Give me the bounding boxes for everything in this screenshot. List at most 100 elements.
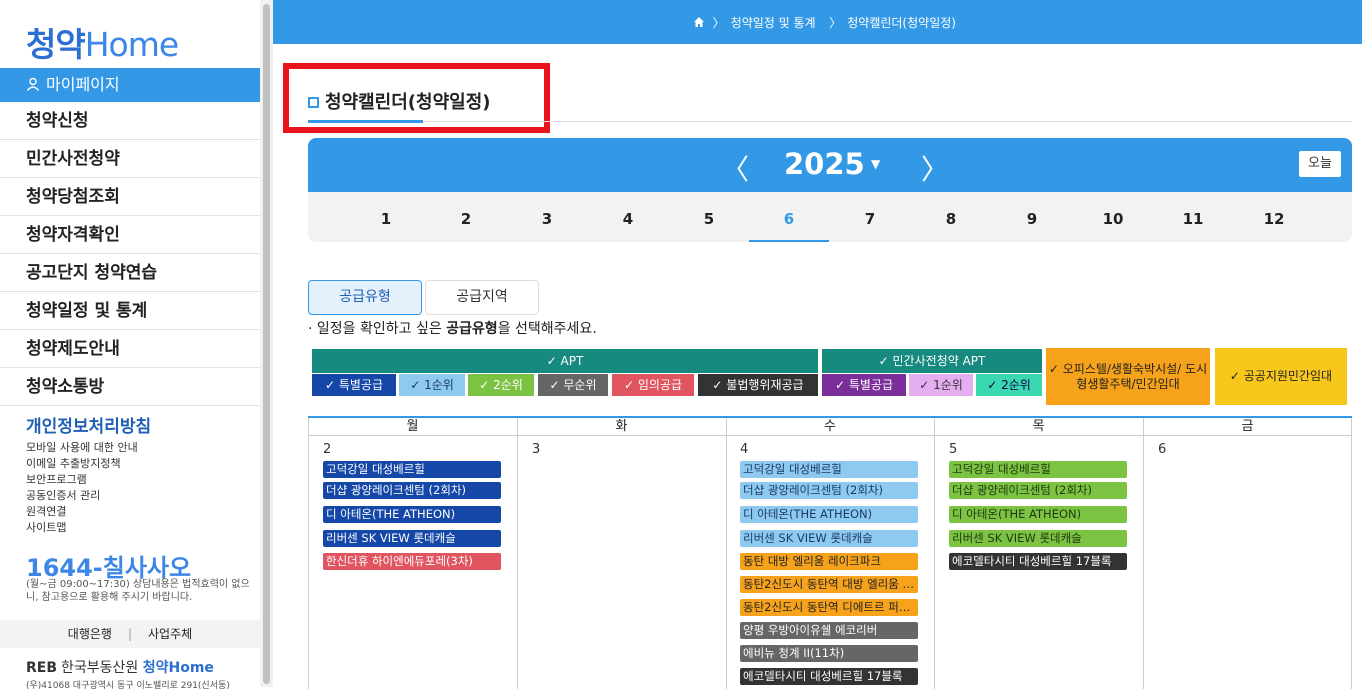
weekday-header: 금	[1143, 418, 1352, 436]
sidebar-item-win-check[interactable]: 청약당첨조회	[0, 178, 260, 216]
certificate-link[interactable]: 공동인증서 관리	[26, 488, 251, 504]
month-tab[interactable]: 11	[1153, 210, 1233, 228]
event-item[interactable]: 고덕강일 대성베르힐	[740, 461, 918, 478]
today-button[interactable]: 오늘	[1299, 151, 1341, 177]
home-icon[interactable]	[693, 16, 705, 28]
sidebar-item-practice[interactable]: 공고단지 청약연습	[0, 254, 260, 292]
sidebar: 청약Home 마이페이지 청약신청 민간사전청약 청약당첨조회 청약자격확인 공…	[0, 0, 260, 691]
prev-year-button[interactable]: 〈	[721, 148, 749, 188]
event-item[interactable]: 한신더휴 하이엔에듀포레(3차)	[323, 553, 501, 570]
site-logo[interactable]: 청약Home	[26, 18, 179, 66]
security-program-link[interactable]: 보안프로그램	[26, 472, 251, 488]
event-item[interactable]: 더샵 광양레이크센텀 (2회차)	[740, 482, 918, 499]
legend-private-apt[interactable]: ✓ 민간사전청약 APT	[822, 349, 1042, 373]
partner-separator: |	[127, 627, 133, 641]
instruction-post: 을 선택해주세요.	[497, 321, 597, 337]
event-item[interactable]: 에비뉴 청계 II(11차)	[740, 645, 918, 662]
legend-chip-illegal[interactable]: ✓ 불법행위재공급	[698, 374, 818, 396]
day-number[interactable]: 3	[532, 442, 540, 457]
event-item[interactable]: 동탄 대방 엘리움 레이크파크	[740, 553, 918, 570]
event-item[interactable]: 더샵 광양레이크센텀 (2회차)	[323, 482, 501, 499]
month-tab[interactable]: 5	[669, 210, 749, 228]
email-policy-link[interactable]: 이메일 추출방지정책	[26, 456, 251, 472]
page-title-text: 청약캘린더(청약일정)	[325, 92, 491, 113]
year-selector: 〈 2025 ▼ 〉 오늘	[308, 138, 1352, 192]
event-item[interactable]: 고덕강일 대성베르힐	[323, 461, 501, 478]
day-number[interactable]: 4	[740, 442, 748, 457]
grid-line	[517, 418, 518, 689]
legend-chip-private-first[interactable]: ✓ 1순위	[909, 374, 973, 396]
day-number[interactable]: 6	[1158, 442, 1166, 457]
sidebar-item-apply[interactable]: 청약신청	[0, 102, 260, 140]
sitemap-link[interactable]: 사이트맵	[26, 520, 251, 536]
calendar-grid: 월 화 수 목 금 2 3 4 5 6 고덕강일 대성베르힐 더샵 광양레이크센…	[308, 416, 1352, 689]
partner-biz-link[interactable]: 사업주체	[148, 627, 192, 641]
sidebar-scrollbar[interactable]	[260, 0, 273, 687]
event-item[interactable]: 에코델타시티 대성베르힐 17블록	[949, 553, 1127, 570]
mypage-label: 마이페이지	[46, 75, 120, 94]
legend-officetel[interactable]: ✓ 오피스텔/생활숙박시설/ 도시형생활주택/민간임대	[1046, 348, 1210, 405]
privacy-policy-link[interactable]: 개인정보처리방침	[26, 412, 251, 437]
legend-chip-second[interactable]: ✓ 2순위	[468, 374, 534, 396]
month-tab[interactable]: 9	[992, 210, 1072, 228]
legend-apt[interactable]: ✓ APT	[312, 349, 818, 373]
event-item[interactable]: 동탄2신도시 동탄역 디에트르 퍼스티지	[740, 599, 918, 616]
active-month-underline	[749, 240, 829, 242]
grid-line	[308, 418, 309, 689]
event-item[interactable]: 동탄2신도시 동탄역 대방 엘리움 더 시그니처	[740, 576, 918, 593]
event-item[interactable]: 디 아테온(THE ATHEON)	[323, 506, 501, 523]
next-year-button[interactable]: 〉	[921, 148, 949, 188]
remote-link[interactable]: 원격연결	[26, 504, 251, 520]
sidebar-item-eligibility[interactable]: 청약자격확인	[0, 216, 260, 254]
mobile-guide-link[interactable]: 모바일 사용에 대한 안내	[26, 440, 251, 456]
month-tab[interactable]: 12	[1234, 210, 1314, 228]
breadcrumb-item-current[interactable]: 청약캘린더(청약일정)	[847, 16, 956, 30]
year-label[interactable]: 2025	[784, 147, 865, 181]
breadcrumb-item[interactable]: 청약일정 및 통계	[731, 16, 816, 30]
caret-down-icon[interactable]: ▼	[871, 157, 880, 171]
event-item[interactable]: 양평 우방아이유쉘 에코리버	[740, 622, 918, 639]
sidebar-item-private-pre[interactable]: 민간사전청약	[0, 140, 260, 178]
event-item[interactable]: 에코델타시티 대성베르힐 17블록	[740, 668, 918, 685]
legend-chip-first[interactable]: ✓ 1순위	[399, 374, 465, 396]
month-tab-active[interactable]: 6	[749, 210, 829, 228]
legend-chip-nopriority[interactable]: ✓ 무순위	[538, 374, 608, 396]
day-number[interactable]: 5	[949, 442, 957, 457]
instruction-bold: 공급유형	[446, 321, 498, 337]
square-bullet-icon	[308, 97, 319, 108]
month-tab[interactable]: 1	[346, 210, 426, 228]
legend-chip-special[interactable]: ✓ 특별공급	[312, 374, 396, 396]
partner-bank-link[interactable]: 대행은행	[68, 627, 112, 641]
sidebar-item-schedule[interactable]: 청약일정 및 통계	[0, 292, 260, 330]
legend-chip-private-special[interactable]: ✓ 특별공급	[822, 374, 906, 396]
month-tab[interactable]: 8	[911, 210, 991, 228]
sidebar-item-guide[interactable]: 청약제도안내	[0, 330, 260, 368]
scrollbar-thumb[interactable]	[263, 4, 270, 684]
legend-chip-arbitrary[interactable]: ✓ 임의공급	[612, 374, 694, 396]
month-tab[interactable]: 4	[588, 210, 668, 228]
user-icon	[26, 77, 40, 91]
event-item[interactable]: 더샵 광양레이크센텀 (2회차)	[949, 482, 1127, 499]
sidebar-item-community[interactable]: 청약소통방	[0, 368, 260, 406]
event-item[interactable]: 디 아테온(THE ATHEON)	[740, 506, 918, 523]
day-number[interactable]: 2	[323, 442, 331, 457]
breadcrumb: 〉 청약일정 및 통계 〉 청약캘린더(청약일정)	[693, 14, 962, 31]
event-item[interactable]: 디 아테온(THE ATHEON)	[949, 506, 1127, 523]
mypage-link[interactable]: 마이페이지	[0, 68, 260, 102]
month-tab[interactable]: 7	[830, 210, 910, 228]
breadcrumb-bar: 〉 청약일정 및 통계 〉 청약캘린더(청약일정)	[273, 0, 1362, 44]
legend-public-rental[interactable]: ✓ 공공지원민간임대	[1215, 348, 1347, 405]
call-center-note: (월~금 09:00~17:30) 상담내용은 법적효력이 없으니, 참고용으로…	[26, 579, 250, 603]
reb-logo: REB	[26, 660, 58, 676]
event-item[interactable]: 리버센 SK VIEW 롯데캐슬	[323, 530, 501, 547]
event-item[interactable]: 고덕강일 대성베르힐	[949, 461, 1127, 478]
title-underline	[308, 120, 423, 123]
month-tab[interactable]: 3	[507, 210, 587, 228]
event-item[interactable]: 리버센 SK VIEW 롯데캐슬	[740, 530, 918, 547]
tab-supply-type[interactable]: 공급유형	[308, 280, 422, 315]
legend-chip-private-second[interactable]: ✓ 2순위	[976, 374, 1042, 396]
event-item[interactable]: 리버센 SK VIEW 롯데캐슬	[949, 530, 1127, 547]
month-tab[interactable]: 10	[1073, 210, 1153, 228]
tab-supply-region[interactable]: 공급지역	[425, 280, 539, 315]
month-tab[interactable]: 2	[426, 210, 506, 228]
